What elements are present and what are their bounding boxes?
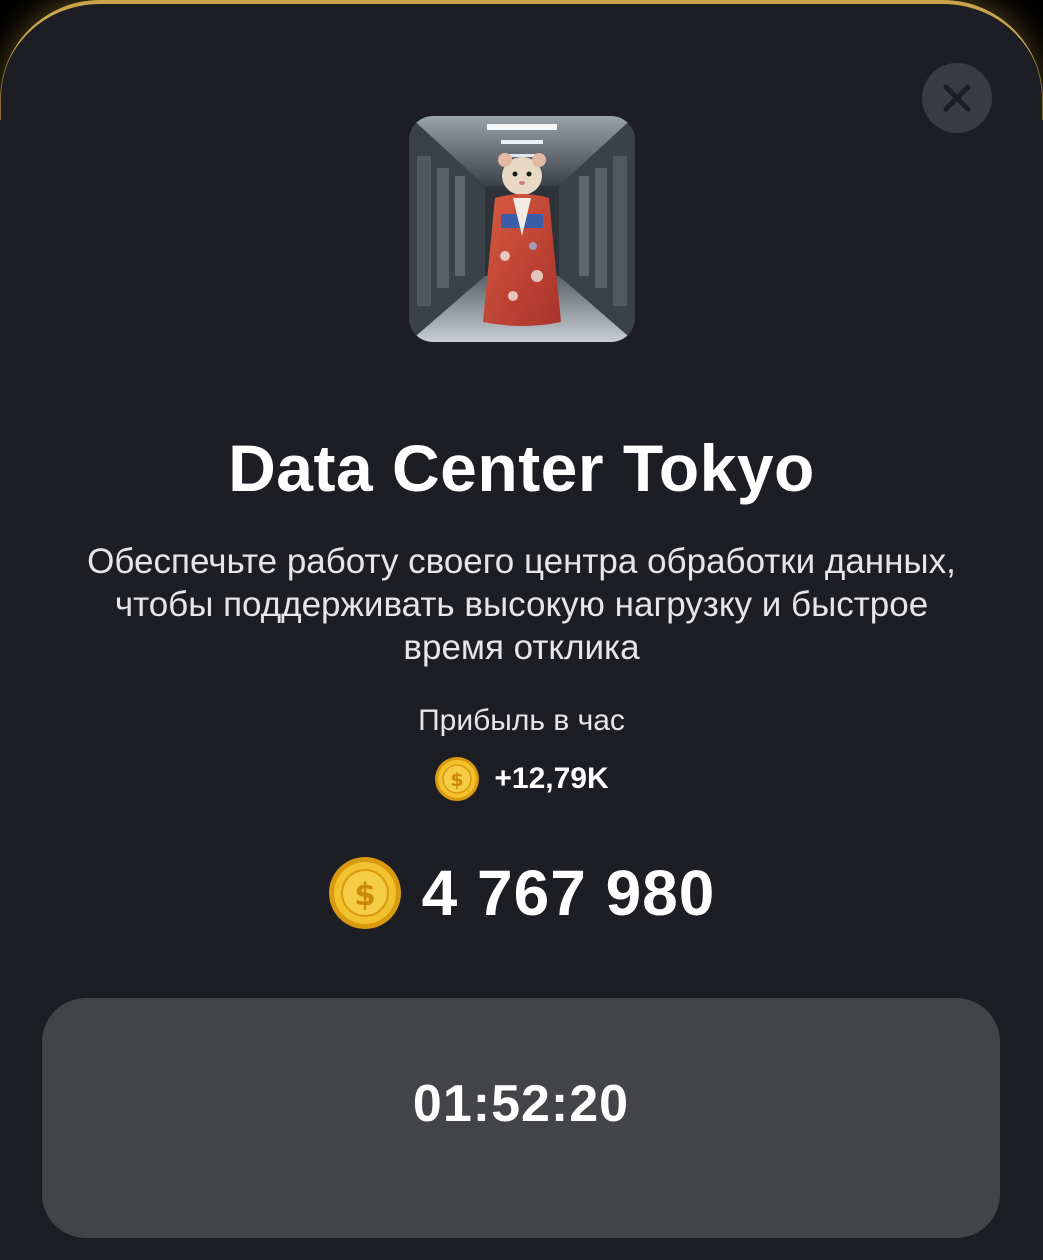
svg-text:$: $ xyxy=(451,769,464,791)
coin-icon: $ xyxy=(435,757,480,801)
card-price: $ 4 767 980 xyxy=(0,856,1043,930)
cooldown-timer: 01:52:20 xyxy=(412,1075,630,1133)
profit-per-hour: $ +12,79K xyxy=(0,756,1043,802)
hamster-in-kimono-datacenter-image xyxy=(409,116,635,342)
coin-icon: $ xyxy=(328,857,401,929)
cooldown-timer-button[interactable]: 01:52:20 xyxy=(42,998,1000,1238)
svg-text:$: $ xyxy=(354,877,376,913)
card-price-value: 4 767 980 xyxy=(421,857,716,929)
close-icon xyxy=(943,84,971,112)
profit-per-hour-label: Прибыль в час xyxy=(418,704,625,737)
card-image xyxy=(409,116,635,342)
card-description: Обеспечьте работу своего центра обработк… xyxy=(87,542,956,667)
close-button[interactable] xyxy=(922,63,992,133)
card-title: Data Center Tokyo xyxy=(228,431,815,505)
profit-per-hour-value: +12,79K xyxy=(494,762,609,795)
card-detail-sheet: Data Center Tokyo Обеспечьте работу свое… xyxy=(0,0,1043,1260)
